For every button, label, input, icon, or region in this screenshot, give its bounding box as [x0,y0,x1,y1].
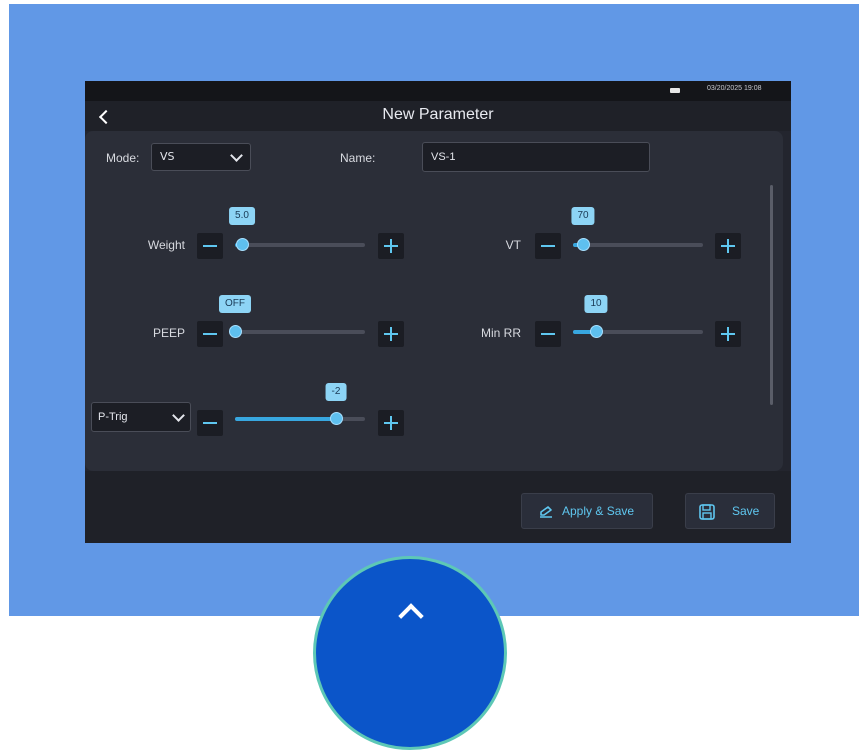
minus-icon [203,333,217,335]
trigger-select-value: P-Trig [98,411,128,423]
trigger-value-bubble: -2 [325,383,347,401]
status-bar: 03/20/2025 19:08 [85,81,791,101]
trigger-decrease-button[interactable] [197,410,223,436]
peep-label: PEEP [152,326,185,340]
minus-icon [541,245,555,247]
panel-scrollbar[interactable] [770,185,773,405]
scroll-up-button[interactable] [313,556,507,750]
peep-slider[interactable] [229,325,365,338]
save-label: Save [732,504,760,518]
peep-increase-button[interactable] [378,321,404,347]
save-icon [699,504,715,520]
page-title: New Parameter [382,106,494,123]
trigger-slider-thumb[interactable] [330,412,343,425]
apply-save-button[interactable]: Apply & Save [521,493,653,529]
vt-increase-button[interactable] [715,233,741,259]
minus-icon [203,245,217,247]
min-rr-decrease-button[interactable] [535,321,561,347]
mode-value: VS [160,150,175,163]
chevron-down-icon [172,409,185,422]
apply-save-label: Apply & Save [562,504,635,518]
vt-value-bubble: 70 [571,207,595,225]
apply-save-icon [540,506,552,518]
trigger-increase-button[interactable] [378,410,404,436]
min-rr-increase-button[interactable] [715,321,741,347]
ventilator-screen: 03/20/2025 19:08 New Parameter Mode: VS … [85,81,791,543]
peep-decrease-button[interactable] [197,321,223,347]
name-label: Name: [340,151,376,165]
mode-label: Mode: [106,151,140,165]
min-rr-slider[interactable] [573,325,703,338]
mode-select[interactable]: VS [151,143,251,171]
vt-slider[interactable] [573,238,703,251]
weight-label: Weight [147,238,185,252]
peep-slider-thumb[interactable] [229,325,242,338]
battery-icon [670,88,680,93]
weight-value-bubble: 5.0 [229,207,255,225]
vt-label: VT [505,238,521,252]
trigger-slider-fill [235,417,336,421]
minus-icon [203,422,217,424]
trigger-slider[interactable] [235,412,365,425]
name-input[interactable] [422,142,650,172]
chevron-down-icon [230,149,243,162]
weight-increase-button[interactable] [378,233,404,259]
min-rr-value-bubble: 10 [584,295,608,313]
trigger-select[interactable]: P-Trig [91,402,191,432]
peep-value-bubble: OFF [219,295,251,313]
min-rr-label: Min RR [480,326,521,340]
status-datetime: 03/20/2025 19:08 [707,85,762,92]
minus-icon [541,333,555,335]
vt-slider-thumb[interactable] [577,238,590,251]
weight-slider-thumb[interactable] [236,238,249,251]
min-rr-slider-thumb[interactable] [590,325,603,338]
arrow-up-icon [398,603,424,629]
weight-slider[interactable] [235,238,365,251]
save-button[interactable]: Save [685,493,775,529]
weight-decrease-button[interactable] [197,233,223,259]
vt-decrease-button[interactable] [535,233,561,259]
